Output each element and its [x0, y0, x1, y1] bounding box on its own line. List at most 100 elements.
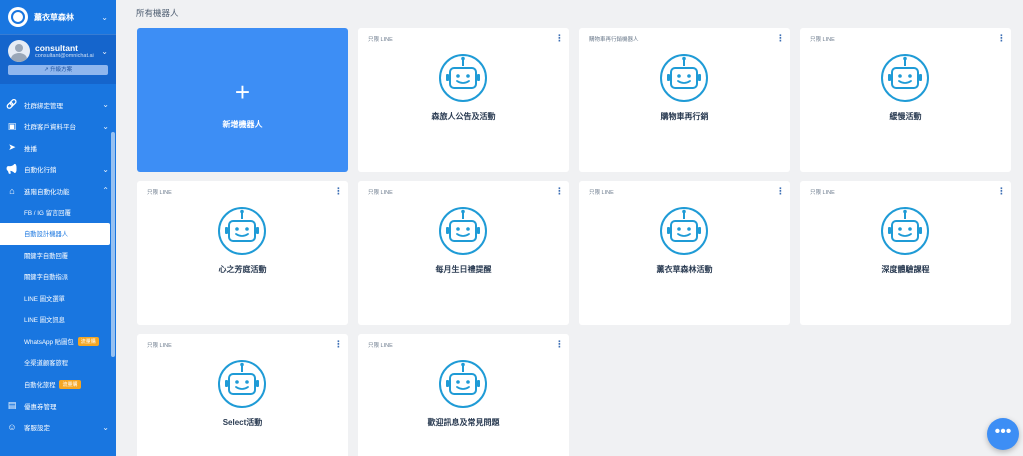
bot-name: 每月生日禮提醒 [435, 265, 492, 274]
kebab-menu-icon[interactable]: ⋮ [776, 187, 785, 196]
kebab-menu-icon[interactable]: ⋮ [776, 34, 785, 43]
sidebar-item[interactable]: ▤ 優惠券管理 [0, 395, 116, 417]
kebab-menu-icon[interactable]: ⋮ [997, 187, 1006, 196]
bot-card[interactable]: 只限 LINE ⋮ Select活動 [137, 334, 348, 456]
sidebar-subitem[interactable]: 自動設計機器人 [0, 223, 110, 245]
sidebar-subitem-label: 關鍵字自動指派 [24, 274, 69, 282]
sidebar-item-label: 自動化行銷 [24, 167, 57, 175]
main-content: 所有機器人 + 新增機器人 只限 LINE ⋮ 森旅人公告及活動 購物車再行銷機器人 ⋮… [116, 0, 1023, 456]
robot-icon [217, 206, 267, 256]
sidebar-subitem[interactable]: LINE 圖文選單 [0, 288, 116, 310]
bot-card[interactable]: 只限 LINE ⋮ 薰衣草森林活動 [579, 181, 790, 325]
channel-tag: 只限 LINE [589, 190, 614, 196]
sidebar-item[interactable]: ▣ 社群客戶資料平台 ⌄ [0, 116, 116, 138]
sidebar-subitem-label: 關鍵字自動回覆 [24, 252, 69, 260]
chevron-down-icon: ⌄ [101, 12, 108, 22]
account-panel: consultant consultant@omnichat.ai ⌄ ↗ 升級… [0, 34, 116, 84]
sidebar-subitem-label: 全渠道顧客旅程 [24, 360, 69, 368]
sidebar-item[interactable]: ⌂ 進階自動化功能 ⌃ [0, 180, 116, 202]
avatar[interactable] [8, 40, 30, 62]
kebab-menu-icon[interactable]: ⋮ [555, 34, 564, 43]
sidebar-item[interactable]: 🔗 社群綁定管理 ⌄ [0, 94, 116, 116]
robot-icon [438, 359, 488, 409]
sidebar-subitem-label: 自動化旅程 [24, 381, 56, 389]
sidebar-subitem[interactable]: 自動化旅程 流量購 [0, 374, 116, 396]
sidebar-item[interactable]: ➤ 推播 [0, 137, 116, 159]
bot-name: 薰衣草森林活動 [656, 265, 713, 274]
sidebar-subitem[interactable]: FB / IG 留言回覆 [0, 202, 116, 224]
sidebar-subitem-label: LINE 圖文選單 [24, 295, 65, 303]
more-dots-icon: ••• [994, 423, 1012, 440]
channel-tag: 只限 LINE [810, 37, 835, 43]
bot-card[interactable]: 只限 LINE ⋮ 每月生日禮提醒 [358, 181, 569, 325]
status-badge: 流量購 [59, 379, 81, 389]
chat-fab-button[interactable]: ••• [987, 418, 1019, 450]
bot-name: 森旅人公告及活動 [431, 112, 496, 121]
add-bot-label: 新增機器人 [222, 119, 263, 129]
robot-icon [659, 53, 709, 103]
chevron-down-icon[interactable]: ⌄ [101, 47, 108, 56]
sidebar: 薰衣草森林 ⌄ consultant consultant@omnichat.a… [0, 0, 116, 456]
bot-card[interactable]: 只限 LINE ⋮ 歡迎訊息及常見問題 [358, 334, 569, 456]
bot-card[interactable]: 只限 LINE ⋮ 深度體驗課程 [800, 181, 1011, 325]
bot-card[interactable]: 購物車再行銷機器人 ⋮ 購物車再行銷 [579, 28, 790, 172]
channel-tag: 購物車再行銷機器人 [589, 37, 639, 43]
page-title: 所有機器人 [136, 8, 179, 18]
workspace-avatar [8, 7, 28, 27]
upgrade-label: 升級方案 [50, 67, 73, 73]
kebab-menu-icon[interactable]: ⋮ [334, 340, 343, 349]
sidebar-scrollbar[interactable] [111, 132, 115, 357]
sidebar-item-label: 優惠券管理 [24, 403, 57, 411]
chevron-down-icon: ⌄ [102, 422, 109, 432]
robot-icon [880, 206, 930, 256]
chevron-down-icon: ⌄ [102, 100, 109, 110]
bot-card[interactable]: 只限 LINE ⋮ 心之芳庭活動 [137, 181, 348, 325]
upgrade-button[interactable]: ↗ 升級方案 [8, 65, 108, 75]
sidebar-subitem[interactable]: 全渠道顧客旅程 [0, 352, 116, 374]
sidebar-subitem[interactable]: 關鍵字自動回覆 [0, 245, 116, 267]
sidebar-subitem[interactable]: WhatsApp 貼圖包 流量購 [0, 331, 116, 353]
sidebar-subitem[interactable]: LINE 圖文訊息 [0, 309, 116, 331]
robot-icon [438, 206, 488, 256]
plus-icon: + [234, 76, 251, 107]
sidebar-item-label: 進階自動化功能 [24, 188, 70, 196]
robot-icon [659, 206, 709, 256]
workspace-switcher[interactable]: 薰衣草森林 ⌄ [0, 0, 116, 34]
sidebar-item[interactable]: ☺ 客服設定 ⌄ [0, 417, 116, 439]
channel-tag: 只限 LINE [147, 343, 172, 349]
channel-tag: 只限 LINE [368, 190, 393, 196]
sidebar-subitem-label: LINE 圖文訊息 [24, 317, 65, 325]
bot-card[interactable]: 只限 LINE ⋮ 緩慢活動 [800, 28, 1011, 172]
trend-up-icon: ↗ [43, 67, 49, 73]
account-email: consultant@omnichat.ai [35, 53, 94, 59]
channel-tag: 只限 LINE [147, 190, 172, 196]
sidebar-item[interactable]: 📢 自動化行銷 ⌄ [0, 159, 116, 181]
kebab-menu-icon[interactable]: ⋮ [555, 187, 564, 196]
sidebar-item-label: 客服設定 [24, 425, 50, 433]
add-bot-card[interactable]: + 新增機器人 [137, 28, 348, 172]
sidebar-subitem-label: WhatsApp 貼圖包 [24, 338, 74, 346]
sidebar-item-label: 社群綁定管理 [24, 102, 63, 110]
workspace-name: 薰衣草森林 [34, 12, 74, 22]
channel-tag: 只限 LINE [368, 343, 393, 349]
kebab-menu-icon[interactable]: ⋮ [555, 340, 564, 349]
robot-icon [438, 53, 488, 103]
agent-icon: ☺ [7, 422, 17, 433]
channel-tag: 只限 LINE [368, 37, 393, 43]
kebab-menu-icon[interactable]: ⋮ [997, 34, 1006, 43]
sidebar-item-label: 推播 [24, 145, 37, 153]
sidebar-subitem-label: FB / IG 留言回覆 [24, 209, 71, 217]
chevron-down-icon: ⌄ [102, 164, 109, 174]
send-icon: ➤ [8, 142, 16, 153]
robot-icon [217, 359, 267, 409]
bot-card[interactable]: 只限 LINE ⋮ 森旅人公告及活動 [358, 28, 569, 172]
megaphone-icon: 📢 [6, 163, 18, 174]
coupon-icon: ▤ [7, 400, 17, 411]
bot-name: 心之芳庭活動 [218, 265, 267, 274]
kebab-menu-icon[interactable]: ⋮ [334, 187, 343, 196]
sidebar-subitem-label: 自動設計機器人 [24, 231, 69, 239]
channel-tag: 只限 LINE [810, 190, 835, 196]
chevron-down-icon: ⌄ [102, 121, 109, 131]
sidebar-subitem[interactable]: 關鍵字自動指派 [0, 266, 116, 288]
bot-name: 深度體驗課程 [881, 265, 930, 274]
